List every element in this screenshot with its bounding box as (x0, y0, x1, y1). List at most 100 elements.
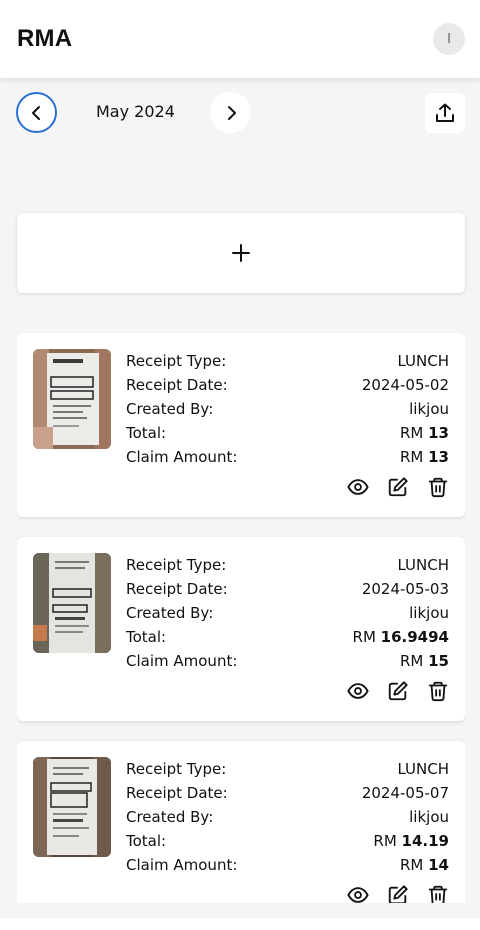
receipt-type-value: LUNCH (397, 352, 449, 370)
month-navigator: May 2024 (16, 92, 465, 134)
receipt-actions (345, 678, 451, 704)
created-by-label: Created By: (126, 604, 214, 622)
receipt-type-row: Receipt Type: LUNCH (126, 349, 449, 373)
next-month-button[interactable] (210, 92, 251, 133)
receipt-image (33, 349, 111, 449)
app-title: RMA (17, 25, 73, 52)
created-by-value: likjou (409, 604, 449, 622)
receipt-type-label: Receipt Type: (126, 352, 227, 370)
chevron-right-icon (227, 105, 236, 120)
claim-amount: 13 (428, 448, 449, 466)
claim-amount-row: Claim Amount: RM 13 (126, 445, 449, 469)
edit-button[interactable] (385, 474, 411, 500)
trash-icon (428, 885, 448, 903)
receipt-date-value: 2024-05-07 (361, 784, 449, 802)
currency-label: RM (399, 448, 424, 466)
receipt-type-value: LUNCH (397, 760, 449, 778)
delete-button[interactable] (425, 882, 451, 903)
edit-button[interactable] (385, 882, 411, 903)
edit-button[interactable] (385, 678, 411, 704)
total-value: RM 14.19 (373, 829, 449, 853)
receipt-actions (345, 882, 451, 903)
eye-icon (347, 479, 369, 495)
receipt-date-label: Receipt Date: (126, 784, 228, 802)
created-by-label: Created By: (126, 808, 214, 826)
edit-icon (388, 477, 408, 497)
view-button[interactable] (345, 678, 371, 704)
claim-amount-label: Claim Amount: (126, 652, 238, 670)
receipt-date-row: Receipt Date: 2024-05-02 (126, 373, 449, 397)
total-value: RM 13 (400, 421, 449, 445)
total-row: Total: RM 14.19 (126, 829, 449, 853)
receipt-actions (345, 474, 451, 500)
created-by-row: Created By: likjou (126, 397, 449, 421)
total-label: Total: (126, 832, 167, 850)
upload-icon (436, 103, 454, 122)
delete-button[interactable] (425, 678, 451, 704)
view-button[interactable] (345, 882, 371, 903)
claim-amount-value: RM 13 (400, 445, 449, 469)
receipt-date-value: 2024-05-03 (361, 580, 449, 598)
currency-label: RM (399, 424, 424, 442)
user-avatar[interactable]: I (433, 23, 465, 55)
claim-amount-label: Claim Amount: (126, 448, 238, 466)
claim-amount-value: RM 15 (400, 649, 449, 673)
created-by-value: likjou (409, 808, 449, 826)
claim-amount-row: Claim Amount: RM 15 (126, 649, 449, 673)
current-month-label: May 2024 (96, 102, 175, 121)
chevron-left-icon (31, 105, 40, 120)
view-button[interactable] (345, 474, 371, 500)
receipt-thumbnail[interactable] (33, 757, 111, 857)
app-header: RMA I (0, 0, 480, 78)
claim-amount-value: RM 14 (400, 853, 449, 877)
receipt-image (33, 757, 111, 857)
plus-icon (232, 244, 250, 262)
total-value: RM 16.9494 (353, 625, 449, 649)
receipt-card: Receipt Type: LUNCH Receipt Date: 2024-0… (17, 333, 465, 517)
receipt-thumbnail[interactable] (33, 553, 111, 653)
total-amount: 16.9494 (380, 628, 449, 646)
receipt-type-value: LUNCH (397, 556, 449, 574)
delete-button[interactable] (425, 474, 451, 500)
receipt-fields: Receipt Type: LUNCH Receipt Date: 2024-0… (126, 757, 449, 877)
created-by-label: Created By: (126, 400, 214, 418)
created-by-row: Created By: likjou (126, 601, 449, 625)
export-button[interactable] (425, 93, 465, 133)
receipt-thumbnail[interactable] (33, 349, 111, 449)
total-label: Total: (126, 628, 167, 646)
currency-label: RM (373, 832, 397, 850)
currency-label: RM (352, 628, 376, 646)
receipt-date-label: Receipt Date: (126, 376, 228, 394)
edit-icon (388, 885, 408, 903)
receipt-card: Receipt Type: LUNCH Receipt Date: 2024-0… (17, 741, 465, 903)
total-amount: 14.19 (401, 832, 449, 850)
receipt-date-label: Receipt Date: (126, 580, 228, 598)
receipt-fields: Receipt Type: LUNCH Receipt Date: 2024-0… (126, 553, 449, 673)
bottom-bar (0, 918, 480, 930)
total-label: Total: (126, 424, 167, 442)
trash-icon (428, 477, 448, 498)
eye-icon (347, 887, 369, 903)
trash-icon (428, 681, 448, 702)
receipt-date-row: Receipt Date: 2024-05-03 (126, 577, 449, 601)
currency-label: RM (399, 652, 424, 670)
receipt-type-row: Receipt Type: LUNCH (126, 757, 449, 781)
receipt-date-row: Receipt Date: 2024-05-07 (126, 781, 449, 805)
eye-icon (347, 683, 369, 699)
created-by-value: likjou (409, 400, 449, 418)
edit-icon (388, 681, 408, 701)
total-row: Total: RM 13 (126, 421, 449, 445)
created-by-row: Created By: likjou (126, 805, 449, 829)
total-row: Total: RM 16.9494 (126, 625, 449, 649)
receipt-type-label: Receipt Type: (126, 556, 227, 574)
receipt-type-label: Receipt Type: (126, 760, 227, 778)
receipt-fields: Receipt Type: LUNCH Receipt Date: 2024-0… (126, 349, 449, 469)
receipt-type-row: Receipt Type: LUNCH (126, 553, 449, 577)
add-receipt-button[interactable] (17, 213, 465, 293)
previous-month-button[interactable] (16, 92, 57, 133)
receipt-date-value: 2024-05-02 (361, 376, 449, 394)
receipt-list: Receipt Type: LUNCH Receipt Date: 2024-0… (17, 333, 465, 903)
claim-amount: 15 (428, 652, 449, 670)
claim-amount-label: Claim Amount: (126, 856, 238, 874)
receipt-card: Receipt Type: LUNCH Receipt Date: 2024-0… (17, 537, 465, 721)
